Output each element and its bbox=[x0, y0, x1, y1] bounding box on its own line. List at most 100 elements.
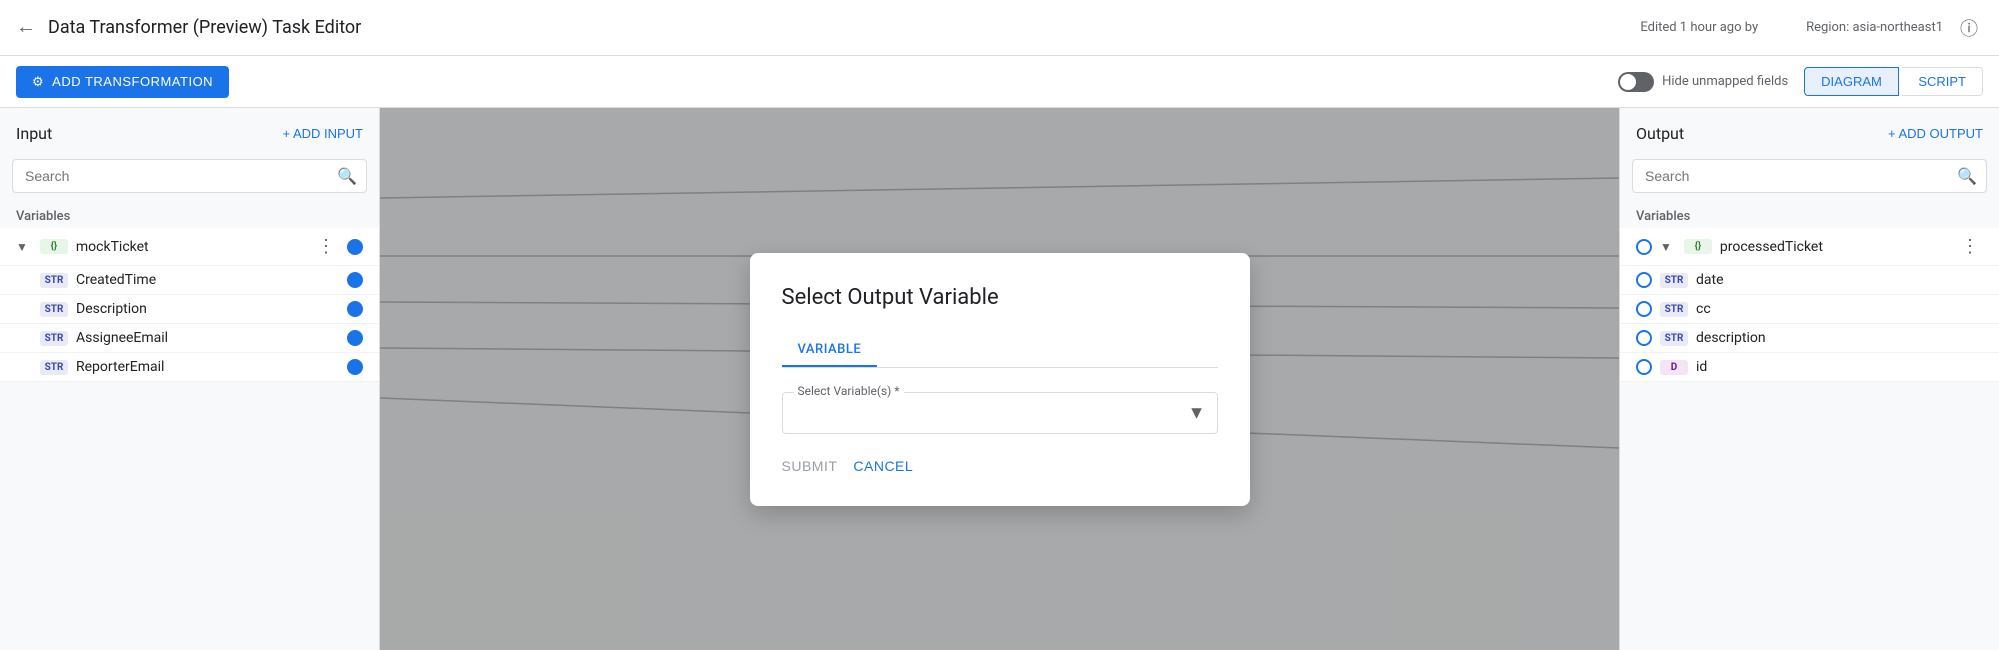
toolbar: ⚙ ADD TRANSFORMATION Hide unmapped field… bbox=[0, 56, 1999, 108]
input-search-input[interactable] bbox=[12, 159, 367, 193]
child-var-type: STR bbox=[40, 360, 68, 375]
output-child-main: STR date bbox=[1660, 272, 1983, 288]
toolbar-right: Hide unmapped fields DIAGRAM SCRIPT bbox=[1618, 67, 1983, 96]
output-child-name: description bbox=[1696, 330, 1766, 346]
output-child-name: id bbox=[1696, 359, 1707, 375]
modal-overlay: Select Output Variable VARIABLE Select V… bbox=[380, 108, 1619, 650]
root-var-connector[interactable] bbox=[347, 239, 363, 255]
submit-button[interactable]: SUBMIT bbox=[782, 458, 838, 474]
output-panel-title: Output bbox=[1636, 124, 1684, 143]
field-label: Select Variable(s) * bbox=[794, 384, 904, 398]
output-panel: Output + ADD OUTPUT 🔍 Variables ▼ {} pro… bbox=[1619, 108, 1999, 650]
output-child-vars: STR date STR cc STR description bbox=[1620, 266, 1999, 382]
output-child-connector-2[interactable] bbox=[1636, 330, 1652, 346]
output-search-box: 🔍 bbox=[1632, 159, 1987, 193]
collapse-arrow-right[interactable]: ▼ bbox=[1660, 240, 1672, 254]
child-var-name: AssigneeEmail bbox=[76, 330, 168, 346]
input-root-var-main: ▼ {} mockTicket bbox=[16, 239, 313, 255]
output-child-name: cc bbox=[1696, 301, 1711, 317]
toggle-switch[interactable] bbox=[1618, 72, 1654, 92]
info-icon: ⓘ bbox=[1960, 15, 1978, 41]
list-item: D id bbox=[1620, 353, 1999, 382]
page-title: Data Transformer (Preview) Task Editor bbox=[48, 17, 844, 38]
child-connector-1[interactable] bbox=[347, 301, 363, 317]
input-child-vars: STR CreatedTime STR Description STR Assi… bbox=[0, 266, 379, 382]
output-child-name: date bbox=[1696, 272, 1724, 288]
cancel-button[interactable]: CANCEL bbox=[853, 458, 913, 474]
center-area: Select Output Variable VARIABLE Select V… bbox=[380, 108, 1619, 650]
output-root-connector[interactable] bbox=[1636, 239, 1652, 255]
hide-unmapped-toggle: Hide unmapped fields bbox=[1618, 72, 1788, 92]
info-button[interactable]: ⓘ bbox=[1955, 14, 1983, 42]
root-var-more-button[interactable]: ⋮ bbox=[313, 234, 339, 259]
add-input-button[interactable]: + ADD INPUT bbox=[282, 126, 363, 141]
input-panel-title: Input bbox=[16, 124, 52, 143]
output-child-type: STR bbox=[1660, 273, 1688, 288]
output-child-connector-3[interactable] bbox=[1636, 359, 1652, 375]
output-child-main: STR cc bbox=[1660, 301, 1983, 317]
list-item: STR date bbox=[1620, 266, 1999, 295]
output-child-connector-1[interactable] bbox=[1636, 301, 1652, 317]
child-var-type: STR bbox=[40, 273, 68, 288]
root-var-name: mockTicket bbox=[76, 239, 149, 255]
modal-title: Select Output Variable bbox=[782, 285, 1218, 310]
output-child-type: STR bbox=[1660, 302, 1688, 317]
region-label: Region: asia-northeast1 bbox=[1806, 20, 1943, 35]
diagram-button[interactable]: DIAGRAM bbox=[1804, 67, 1899, 96]
toggle-knob bbox=[1620, 74, 1636, 90]
root-var-type: {} bbox=[40, 239, 68, 254]
child-connector-2[interactable] bbox=[347, 330, 363, 346]
add-transformation-label: ADD TRANSFORMATION bbox=[52, 74, 213, 89]
child-var-main: STR Description bbox=[40, 301, 339, 317]
output-child-type: D bbox=[1660, 360, 1688, 375]
main-content: Input + ADD INPUT 🔍 Variables ▼ {} mockT… bbox=[0, 108, 1999, 650]
output-panel-header: Output + ADD OUTPUT bbox=[1620, 108, 1999, 151]
variable-select[interactable] bbox=[782, 392, 1218, 434]
add-output-button[interactable]: + ADD OUTPUT bbox=[1888, 126, 1983, 141]
input-panel-header: Input + ADD INPUT bbox=[0, 108, 379, 151]
input-search-box: 🔍 bbox=[12, 159, 367, 193]
child-connector-3[interactable] bbox=[347, 359, 363, 375]
add-transformation-button[interactable]: ⚙ ADD TRANSFORMATION bbox=[16, 66, 229, 98]
list-item: STR Description bbox=[0, 295, 379, 324]
gear-icon: ⚙ bbox=[32, 74, 44, 90]
output-root-var-main: ▼ {} processedTicket bbox=[1660, 239, 1957, 255]
script-button[interactable]: SCRIPT bbox=[1902, 67, 1983, 96]
view-toggle: DIAGRAM SCRIPT bbox=[1804, 67, 1983, 96]
output-child-connector-0[interactable] bbox=[1636, 272, 1652, 288]
child-var-type: STR bbox=[40, 302, 68, 317]
output-child-type: STR bbox=[1660, 331, 1688, 346]
output-variables-label: Variables bbox=[1620, 201, 1999, 228]
list-item: STR ReporterEmail bbox=[0, 353, 379, 382]
list-item: STR description bbox=[1620, 324, 1999, 353]
child-var-main: STR AssigneeEmail bbox=[40, 330, 339, 346]
collapse-arrow[interactable]: ▼ bbox=[16, 240, 28, 254]
output-search-input[interactable] bbox=[1632, 159, 1987, 193]
output-root-type: {} bbox=[1684, 239, 1712, 254]
child-connector-0[interactable] bbox=[347, 272, 363, 288]
child-var-name: ReporterEmail bbox=[76, 359, 164, 375]
hide-unmapped-label: Hide unmapped fields bbox=[1662, 74, 1788, 89]
child-var-main: STR CreatedTime bbox=[40, 272, 339, 288]
back-button[interactable]: ← bbox=[16, 16, 36, 39]
edited-meta: Edited 1 hour ago by bbox=[1640, 20, 1758, 35]
list-item: STR AssigneeEmail bbox=[0, 324, 379, 353]
modal-dialog: Select Output Variable VARIABLE Select V… bbox=[750, 253, 1250, 506]
child-var-name: Description bbox=[76, 301, 147, 317]
output-child-main: D id bbox=[1660, 359, 1983, 375]
child-var-main: STR ReporterEmail bbox=[40, 359, 339, 375]
search-icon-right: 🔍 bbox=[1957, 167, 1977, 186]
tab-variable[interactable]: VARIABLE bbox=[782, 334, 878, 367]
search-icon-left: 🔍 bbox=[337, 167, 357, 186]
top-bar: ← Data Transformer (Preview) Task Editor… bbox=[0, 0, 1999, 56]
child-var-name: CreatedTime bbox=[76, 272, 156, 288]
output-root-more-button[interactable]: ⋮ bbox=[1957, 234, 1983, 259]
variable-field-group: Select Variable(s) * ▼ bbox=[782, 392, 1218, 434]
list-item: STR cc bbox=[1620, 295, 1999, 324]
output-root-var: ▼ {} processedTicket ⋮ bbox=[1620, 228, 1999, 266]
child-var-type: STR bbox=[40, 331, 68, 346]
modal-actions: SUBMIT CANCEL bbox=[782, 458, 1218, 474]
list-item: STR CreatedTime bbox=[0, 266, 379, 295]
output-root-name: processedTicket bbox=[1720, 239, 1823, 255]
input-variables-label: Variables bbox=[0, 201, 379, 228]
